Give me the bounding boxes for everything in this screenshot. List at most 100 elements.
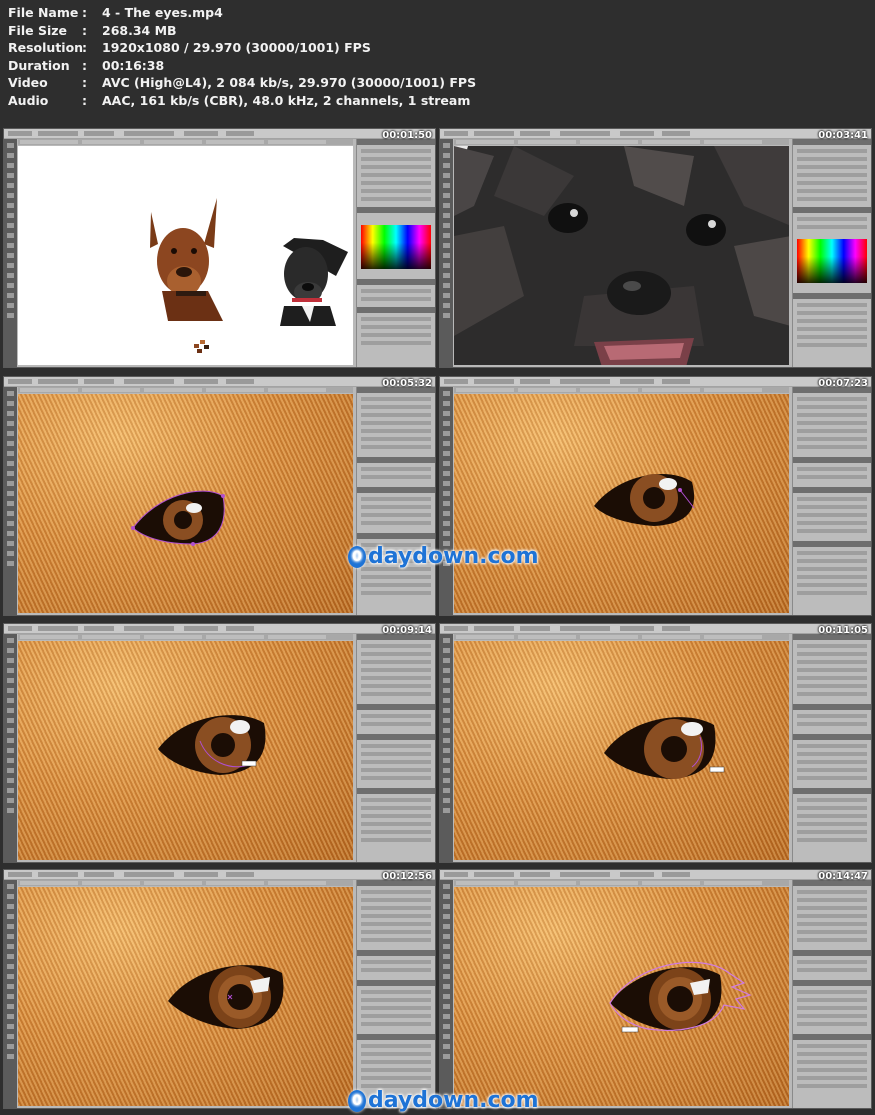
document-canvas[interactable] <box>454 146 789 365</box>
color-picker <box>361 225 431 269</box>
file-info-key: File Name <box>8 5 79 20</box>
tools-panel <box>4 139 17 367</box>
watermark-logo: 0 daydown.com <box>348 544 539 569</box>
tools-panel <box>4 634 17 862</box>
character-panel <box>356 139 435 367</box>
character-panel <box>356 387 435 615</box>
character-panel <box>792 139 871 367</box>
file-info-row: Resolution:1920x1080 / 29.970 (30000/100… <box>8 39 476 57</box>
file-info-separator: : <box>82 5 87 20</box>
eye-illustration <box>609 961 752 1033</box>
file-info-value: 268.34 MB <box>102 22 177 38</box>
document-tabs <box>454 387 789 393</box>
document-canvas[interactable] <box>18 394 353 613</box>
file-info-separator: : <box>82 92 87 108</box>
character-panel <box>356 634 435 862</box>
video-timestamp: 00:14:47 <box>818 871 868 882</box>
video-thumbnail[interactable]: 00:11:05 <box>439 623 872 863</box>
photoshop-options-bar <box>4 377 435 387</box>
character-panel <box>356 880 435 1108</box>
eye-illustration <box>594 474 695 526</box>
color-picker <box>797 239 867 283</box>
file-info-key: Video <box>8 75 48 90</box>
document-tabs <box>454 880 789 886</box>
photoshop-options-bar <box>440 870 871 880</box>
file-info-row: Audio: AAC, 161 kb/s (CBR), 48.0 kHz, 2 c… <box>8 92 476 110</box>
file-info-separator: : <box>82 75 87 90</box>
tools-panel <box>440 880 453 1108</box>
file-info-value: 4 - The eyes.mp4 <box>102 5 223 20</box>
character-panel <box>792 880 871 1108</box>
file-info-key: Audio <box>8 92 49 108</box>
document-tabs <box>18 880 353 886</box>
document-tabs <box>18 634 353 640</box>
video-timestamp: 00:09:14 <box>382 625 432 636</box>
file-info-row: File Name:4 - The eyes.mp4 <box>8 4 476 22</box>
color-swatch-squares <box>194 340 209 353</box>
character-panel <box>792 387 871 615</box>
video-timestamp: 00:05:32 <box>382 378 432 389</box>
photoshop-options-bar <box>4 870 435 880</box>
file-info-separator: : <box>82 22 87 38</box>
file-info-key: Resolution <box>8 40 84 55</box>
file-info-row: File Size:268.34 MB <box>8 22 476 40</box>
photoshop-options-bar <box>4 129 435 139</box>
photoshop-options-bar <box>440 377 871 387</box>
document-tabs <box>18 387 353 393</box>
file-info-key: Duration <box>8 57 70 73</box>
black-lab-illustration <box>280 238 348 326</box>
video-timestamp: 00:07:23 <box>818 378 868 389</box>
watermark-badge: 0 <box>348 1090 366 1112</box>
eye-illustration <box>604 717 725 779</box>
watermark-text: daydown.com <box>368 544 539 569</box>
document-canvas[interactable] <box>454 641 789 860</box>
photoshop-options-bar <box>440 624 871 634</box>
tools-panel <box>440 139 453 367</box>
file-info-value: 00:16:38 <box>102 57 165 73</box>
tools-panel <box>4 880 17 1108</box>
document-canvas[interactable] <box>454 394 789 613</box>
video-thumbnail[interactable]: 00:05:32 <box>3 376 436 616</box>
eye-illustration <box>168 965 284 1029</box>
video-thumbnail[interactable]: 00:12:56 <box>3 869 436 1109</box>
video-timestamp: 00:03:41 <box>818 130 868 141</box>
video-timestamp: 00:12:56 <box>382 871 432 882</box>
file-info-value: 1920x1080 / 29.970 (30000/1001) FPS <box>102 40 371 55</box>
eye-illustration <box>158 715 266 775</box>
two-dogs-illustration <box>150 198 348 353</box>
video-thumbnail[interactable]: 00:01:50 <box>3 128 436 368</box>
file-info-separator: : <box>82 57 87 73</box>
photoshop-options-bar <box>4 624 435 634</box>
document-canvas[interactable] <box>454 887 789 1106</box>
file-info-value: AVC (High@L4), 2 084 kb/s, 29.970 (30000… <box>102 75 477 90</box>
photoshop-options-bar <box>440 129 871 139</box>
video-thumbnail[interactable]: 00:07:23 <box>439 376 872 616</box>
character-panel <box>792 634 871 862</box>
watermark-badge: 0 <box>348 546 366 568</box>
eye-illustration <box>131 490 225 546</box>
file-info-separator: : <box>82 40 87 55</box>
watermark-text: daydown.com <box>368 1088 539 1113</box>
doberman-illustration <box>150 198 223 321</box>
document-tabs <box>18 139 353 145</box>
video-thumbnail[interactable]: 00:03:41 <box>439 128 872 368</box>
tools-panel <box>440 387 453 615</box>
document-canvas[interactable] <box>18 146 353 365</box>
video-timestamp: 00:11:05 <box>818 625 868 636</box>
video-timestamp: 00:01:50 <box>382 130 432 141</box>
file-info: File Name:4 - The eyes.mp4 File Size:268… <box>8 4 476 109</box>
file-info-key: File Size <box>8 22 67 38</box>
document-canvas[interactable] <box>18 887 353 1106</box>
watermark-logo: 0 daydown.com <box>348 1088 539 1113</box>
video-thumbnail[interactable]: 00:14:47 <box>439 869 872 1109</box>
tools-panel <box>440 634 453 862</box>
file-info-row: Duration:00:16:38 <box>8 57 476 75</box>
document-tabs <box>454 634 789 640</box>
thumbnail-grid: 00:01:50 00:03:41 00:05:32 00:07:23 00:0… <box>3 128 872 1111</box>
file-info-row: Video: AVC (High@L4), 2 084 kb/s, 29.970 … <box>8 74 476 92</box>
tools-panel <box>4 387 17 615</box>
document-canvas[interactable] <box>18 641 353 860</box>
video-thumbnail[interactable]: 00:09:14 <box>3 623 436 863</box>
file-info-value: AAC, 161 kb/s (CBR), 48.0 kHz, 2 channel… <box>102 92 471 108</box>
document-tabs <box>454 139 789 145</box>
